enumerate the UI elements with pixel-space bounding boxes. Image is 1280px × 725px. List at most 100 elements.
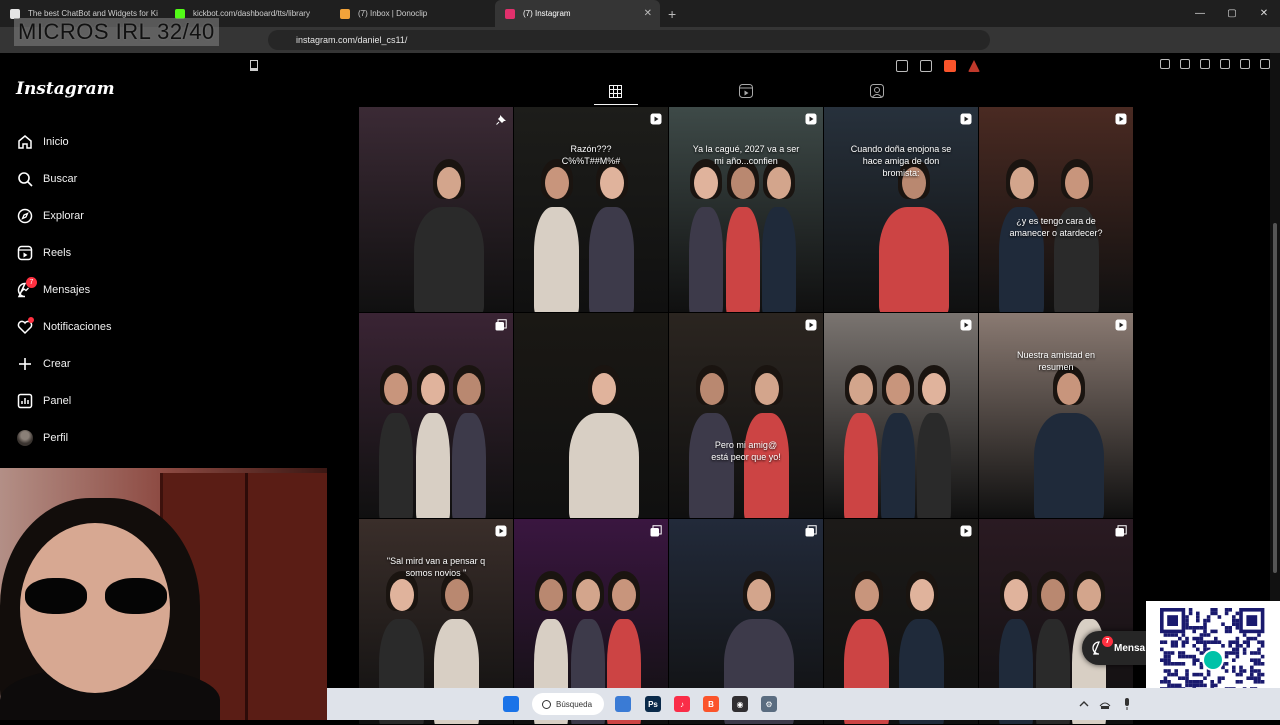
shield-icon[interactable] bbox=[1240, 59, 1250, 69]
share-icon[interactable] bbox=[920, 60, 932, 72]
search-icon bbox=[542, 699, 551, 709]
person-figure bbox=[589, 207, 634, 312]
post-tile[interactable]: Cuando doña enojona se hace amiga de don… bbox=[824, 107, 978, 312]
messages-float-button[interactable]: 7 Mensa bbox=[1082, 631, 1152, 665]
plus-icon bbox=[16, 356, 33, 373]
brave-icon[interactable]: B bbox=[703, 696, 719, 712]
post-tile[interactable] bbox=[359, 313, 513, 518]
post-tile[interactable] bbox=[359, 107, 513, 312]
extensions-icon[interactable] bbox=[1160, 59, 1170, 69]
person-head bbox=[592, 373, 616, 405]
windows-start-icon[interactable] bbox=[503, 696, 519, 712]
person-figure bbox=[880, 413, 915, 518]
obs-icon[interactable]: ◉ bbox=[732, 696, 748, 712]
taskbar-search[interactable]: Búsqueda bbox=[532, 693, 604, 715]
menu-icon[interactable] bbox=[1260, 59, 1270, 69]
post-tile[interactable]: ¿y es tengo cara de amanecer o atardecer… bbox=[979, 107, 1133, 312]
post-tile[interactable]: Pero mi amig@ está peor que yo! bbox=[669, 313, 823, 518]
new-tab-button[interactable]: + bbox=[668, 6, 676, 22]
post-caption: ¿y es tengo cara de amanecer o atardecer… bbox=[1009, 216, 1103, 238]
person-figure bbox=[744, 413, 789, 518]
avatar bbox=[16, 430, 33, 447]
person-figure bbox=[534, 207, 579, 312]
pin-icon bbox=[495, 113, 507, 125]
cast-icon[interactable] bbox=[896, 60, 908, 72]
post-tile[interactable] bbox=[824, 313, 978, 518]
post-caption: Nuestra amistad en resumen bbox=[1016, 350, 1096, 372]
instagram-logo[interactable]: Instagram bbox=[16, 79, 115, 99]
windows-taskbar: Búsqueda Ps ♪ B ◉ ⚙ bbox=[327, 688, 1280, 720]
nav-item-explorar[interactable]: Explorar bbox=[16, 206, 84, 226]
browser-tab-2[interactable]: (7) Inbox | Donoclip bbox=[330, 0, 495, 27]
person-figure bbox=[689, 207, 723, 312]
music-app-icon[interactable]: ♪ bbox=[674, 696, 690, 712]
settings-icon[interactable]: ⚙ bbox=[761, 696, 777, 712]
reels-icon bbox=[16, 245, 33, 262]
post-caption: Pero mi amig@ está peor que yo! bbox=[711, 440, 781, 462]
reel-icon bbox=[960, 319, 972, 331]
person-head bbox=[885, 373, 910, 405]
nav-item-notificaciones[interactable]: Notificaciones bbox=[16, 316, 111, 337]
person-head bbox=[420, 373, 445, 405]
url-field[interactable]: instagram.com/daniel_cs11/ bbox=[268, 30, 990, 50]
nav-item-reels[interactable]: Reels bbox=[16, 243, 71, 263]
close-window-button[interactable]: ✕ bbox=[1248, 0, 1280, 27]
sidebar-icon[interactable] bbox=[1180, 59, 1190, 69]
tab-favicon-icon bbox=[505, 8, 515, 19]
person-head bbox=[1009, 167, 1034, 199]
carousel-icon bbox=[1115, 525, 1127, 537]
nav-item-buscar[interactable]: Buscar bbox=[16, 169, 77, 189]
person-figure bbox=[1034, 413, 1104, 518]
post-tile[interactable]: Nuestra amistad en resumen bbox=[979, 313, 1133, 518]
post-tile[interactable] bbox=[514, 313, 668, 518]
brave-shields-icon[interactable] bbox=[944, 60, 956, 72]
messenger-icon: 7 bbox=[16, 276, 37, 299]
network-icon[interactable] bbox=[1099, 698, 1111, 710]
scrollbar-thumb[interactable] bbox=[1273, 223, 1277, 573]
posts-grid-icon[interactable] bbox=[608, 84, 622, 98]
microphone-icon[interactable] bbox=[1123, 697, 1131, 711]
nav-item-perfil[interactable]: Perfil bbox=[16, 428, 68, 448]
window-controls: — ▢ ✕ bbox=[1184, 0, 1280, 27]
post-grid: Razón??? C%%T##M%# Ya la cagué, 2027 va a… bbox=[359, 107, 1134, 724]
carousel-icon bbox=[495, 319, 507, 331]
post-tile[interactable]: Ya la cagué, 2027 va a ser mi año...conf… bbox=[669, 107, 823, 312]
post-caption: Cuando doña enojona se hace amiga de don… bbox=[850, 144, 952, 178]
webcam-feed bbox=[0, 468, 327, 720]
close-tab-icon[interactable]: ✕ bbox=[644, 8, 652, 19]
reels-tab-icon[interactable] bbox=[739, 84, 753, 98]
chart-icon bbox=[16, 393, 33, 410]
person-head bbox=[694, 167, 718, 199]
maximize-button[interactable]: ▢ bbox=[1216, 0, 1248, 27]
carousel-icon bbox=[805, 525, 817, 537]
person-head bbox=[849, 373, 873, 405]
person-head bbox=[437, 167, 461, 199]
nav-item-crear[interactable]: Crear bbox=[16, 354, 71, 374]
file-manager-icon[interactable] bbox=[615, 696, 631, 712]
tab-favicon-icon bbox=[175, 8, 185, 19]
nav-item-panel[interactable]: Panel bbox=[16, 391, 71, 411]
brave-rewards-icon[interactable] bbox=[968, 60, 980, 72]
person-head bbox=[599, 167, 624, 199]
reel-icon bbox=[495, 525, 507, 537]
person-figure bbox=[879, 207, 949, 312]
post-tile[interactable]: Razón??? C%%T##M%# bbox=[514, 107, 668, 312]
tagged-tab-icon[interactable] bbox=[870, 84, 884, 98]
carousel-icon bbox=[650, 525, 662, 537]
browser-tab-3[interactable]: (7) Instagram ✕ bbox=[495, 0, 660, 27]
person-head bbox=[1040, 579, 1065, 611]
chevron-up-icon[interactable] bbox=[1079, 699, 1089, 709]
messages-label: Mensa bbox=[1114, 642, 1146, 654]
photoshop-icon[interactable]: Ps bbox=[645, 696, 661, 712]
scrollbar[interactable] bbox=[1270, 53, 1280, 688]
instagram-sidebar: Instagram Inicio Buscar Explorar Reels 7 Mens… bbox=[0, 53, 330, 473]
nav-item-inicio[interactable]: Inicio bbox=[16, 132, 69, 152]
tab-favicon-icon bbox=[10, 8, 20, 19]
person-head bbox=[539, 579, 563, 611]
nav-item-mensajes[interactable]: 7 Mensajes bbox=[16, 276, 90, 300]
wallet-icon[interactable] bbox=[1200, 59, 1210, 69]
leo-icon[interactable] bbox=[1220, 59, 1230, 69]
tab-label: kickbot.com/dashboard/tts/library bbox=[193, 9, 310, 18]
minimize-button[interactable]: — bbox=[1184, 0, 1216, 27]
taskbar-search-label: Búsqueda bbox=[556, 699, 593, 709]
